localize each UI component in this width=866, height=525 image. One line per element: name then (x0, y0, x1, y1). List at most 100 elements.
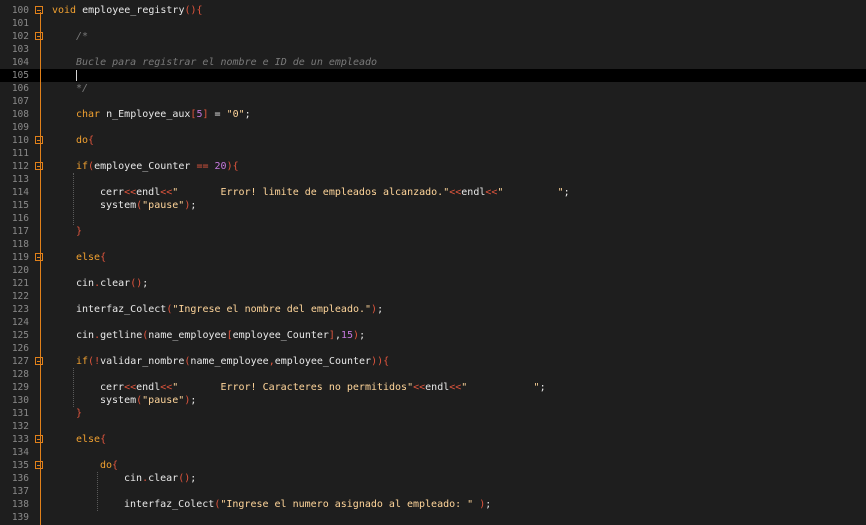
code-token: " " (461, 382, 540, 393)
line-number: 118 (11, 239, 29, 250)
code-token: () (130, 278, 143, 289)
code-token: char (76, 109, 101, 120)
code-token: employee_registry (76, 5, 185, 16)
line-number: 132 (11, 421, 29, 432)
code-line[interactable]: 112 if(employee_Counter == 20){ (0, 160, 866, 173)
line-number: 124 (11, 317, 29, 328)
code-line[interactable]: 109 (0, 121, 866, 134)
code-token: ; (190, 200, 197, 211)
code-line[interactable]: 126 (0, 342, 866, 355)
code-token: ; (485, 499, 492, 510)
code-text: cin.getline(name_employee[employee_Count… (76, 329, 365, 342)
code-line[interactable]: 102 /* (0, 30, 866, 43)
code-line[interactable]: 127 if(!validar_nombre(name_employee,empl… (0, 355, 866, 368)
code-line[interactable]: 124 (0, 316, 866, 329)
code-line[interactable]: 128 (0, 368, 866, 381)
code-token: "0" (226, 109, 245, 120)
code-text: system("pause"); (100, 394, 196, 407)
code-text: cin.clear(); (76, 277, 148, 290)
code-line[interactable]: 129 cerr<<endl<<" Error! Caracteres no pe… (0, 381, 866, 394)
code-token: interfaz_Colect (124, 499, 215, 510)
code-line[interactable]: 105 (0, 69, 866, 82)
code-token: ; (142, 278, 149, 289)
code-line[interactable]: 103 (0, 43, 866, 56)
code-line[interactable]: 125 cin.getline(name_employee[employee_Co… (0, 329, 866, 342)
code-token: Bucle para registrar el nombre e ID de u… (76, 57, 378, 68)
code-line[interactable]: 107 (0, 95, 866, 108)
code-line[interactable]: 131} (0, 407, 866, 420)
code-text: cin.clear(); (124, 472, 196, 485)
code-token: employee_Counter (94, 161, 197, 172)
code-line[interactable]: 110 do{ (0, 134, 866, 147)
code-line[interactable]: 123 interfaz_Colect("Ingrese el nombre de… (0, 303, 866, 316)
fold-toggle-icon[interactable] (35, 32, 43, 40)
line-number: 116 (11, 213, 29, 224)
code-token: " Error! limite de empleados alcanzado." (172, 187, 450, 198)
fold-toggle-icon[interactable] (35, 6, 43, 14)
line-number: 120 (11, 265, 29, 276)
indent-guide (73, 368, 74, 407)
line-number: 106 (11, 83, 29, 94)
code-line[interactable]: 120 (0, 264, 866, 277)
code-token: endl (136, 187, 161, 198)
fold-toggle-icon[interactable] (35, 461, 43, 469)
code-token: ; (190, 395, 197, 406)
code-text: } (76, 225, 82, 238)
code-line[interactable]: 106 */ (0, 82, 866, 95)
code-text: cerr<<endl<<" Error! Caracteres no permi… (100, 381, 546, 394)
line-number: 129 (11, 382, 29, 393)
fold-toggle-icon[interactable] (35, 435, 43, 443)
code-token: (){ (184, 5, 203, 16)
line-number: 126 (11, 343, 29, 354)
code-editor[interactable]: 100 void employee_registry(){101 102/* 103 1… (0, 0, 866, 525)
code-line[interactable]: 130 system("pause"); (0, 394, 866, 407)
code-line[interactable]: 121 cin.clear(); (0, 277, 866, 290)
code-token: void (52, 5, 77, 16)
fold-region-line (40, 12, 41, 525)
code-line[interactable]: 139 (0, 511, 866, 524)
code-line[interactable]: 113 (0, 173, 866, 186)
code-line[interactable]: 122 (0, 290, 866, 303)
code-line[interactable]: 118 (0, 238, 866, 251)
line-number: 104 (11, 57, 29, 68)
code-line[interactable]: 101 (0, 17, 866, 30)
code-line[interactable]: 104 Bucle para registrar el nombre e ID d… (0, 56, 866, 69)
code-line[interactable]: 108 char n_Employee_aux[5] = "0"; (0, 108, 866, 121)
code-line[interactable]: 114 cerr<<endl<<" Error! limite de emplea… (0, 186, 866, 199)
code-line[interactable]: 132 (0, 420, 866, 433)
code-token: cerr (100, 187, 125, 198)
code-line[interactable]: 135 do{ (0, 459, 866, 472)
code-token: endl (461, 187, 486, 198)
code-token: ; (377, 304, 384, 315)
code-token: { (88, 135, 95, 146)
code-token: "Ingrese el nombre del empleado." (172, 304, 372, 315)
code-line[interactable]: 138 interfaz_Colect("Ingrese el numero as… (0, 498, 866, 511)
code-line[interactable]: 100 void employee_registry(){ (0, 4, 866, 17)
line-number: 100 (11, 5, 29, 16)
code-token: clear (148, 473, 179, 484)
code-line[interactable]: 116 (0, 212, 866, 225)
code-line[interactable]: 133 else{ (0, 433, 866, 446)
fold-toggle-icon[interactable] (35, 162, 43, 170)
code-text: else{ (76, 251, 106, 264)
code-line[interactable]: 117} (0, 225, 866, 238)
code-token: if (76, 161, 89, 172)
text-cursor (76, 70, 77, 81)
code-line[interactable]: 137 (0, 485, 866, 498)
code-token: { (112, 460, 119, 471)
code-line[interactable]: 115 system("pause"); (0, 199, 866, 212)
fold-toggle-icon[interactable] (35, 357, 43, 365)
line-number: 135 (11, 460, 29, 471)
code-token: << (413, 382, 426, 393)
fold-toggle-icon[interactable] (35, 136, 43, 144)
code-line[interactable]: 111 (0, 147, 866, 160)
code-token: << (485, 187, 498, 198)
code-text: } (76, 407, 82, 420)
line-number: 136 (11, 473, 29, 484)
line-number: 123 (11, 304, 29, 315)
code-line[interactable]: 136 cin.clear(); (0, 472, 866, 485)
line-number: 137 (11, 486, 29, 497)
code-line[interactable]: 134 (0, 446, 866, 459)
fold-toggle-icon[interactable] (35, 253, 43, 261)
code-line[interactable]: 119 else{ (0, 251, 866, 264)
